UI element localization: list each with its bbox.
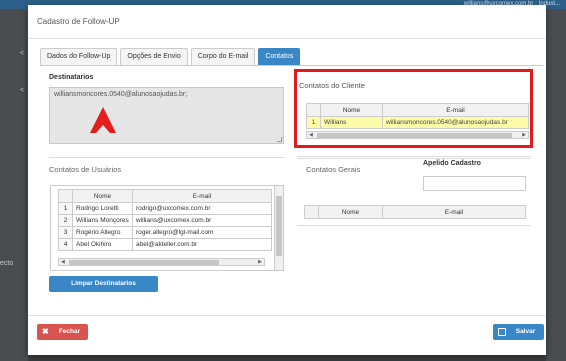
resize-handle-icon[interactable] bbox=[277, 137, 282, 142]
row-email: williansmoncores.0540@alunosaojudas.br bbox=[382, 116, 529, 129]
section-divider bbox=[297, 156, 531, 157]
column-header-nome[interactable]: Nome bbox=[72, 189, 133, 203]
section-divider bbox=[49, 157, 284, 158]
close-icon: ✖ bbox=[42, 327, 49, 336]
contatos-gerais-table: Nome E-mail bbox=[304, 205, 526, 219]
modal-header-divider bbox=[28, 38, 546, 39]
tab-bar: Dados do Follow-Up Opções de Envio Corpo… bbox=[40, 48, 303, 65]
limpar-destinatarios-button[interactable]: Limpar Destinatarios bbox=[49, 276, 158, 292]
table-header-row: Nome E-mail bbox=[306, 103, 529, 117]
row-index: 3 bbox=[58, 226, 73, 239]
scroll-thumb[interactable] bbox=[69, 260, 219, 265]
destinatarios-textarea[interactable]: williansmoncores.0540@alunosaojudas.br; bbox=[49, 87, 284, 144]
row-nome: Abel Okihiro bbox=[72, 238, 133, 251]
contatos-usuarios-label: Contatos de Usuários bbox=[49, 165, 122, 174]
sidebar-chevron-icon: < bbox=[20, 87, 25, 94]
fechar-label: Fechar bbox=[58, 328, 81, 335]
row-email: willians@uxcomex.com.br bbox=[132, 214, 272, 227]
row-index: 2 bbox=[58, 214, 73, 227]
contatos-usuarios-hscroll[interactable]: ◀ ▶ bbox=[58, 258, 265, 266]
column-header-nome[interactable]: Nome bbox=[320, 103, 383, 117]
table-row[interactable]: 3 Rogério Allegro roger.allegro@lgl-mail… bbox=[58, 226, 272, 239]
contatos-cliente-highlight: Contatos do Cliente Nome E-mail 1 Willia… bbox=[294, 69, 533, 148]
follow-up-modal: Cadastro de Follow-UP Dados do Follow-Up… bbox=[28, 5, 546, 355]
column-header-email[interactable]: E-mail bbox=[132, 189, 272, 203]
apelido-cadastro-label: Apelido Cadastro bbox=[423, 160, 481, 167]
table-header-row: Nome E-mail bbox=[304, 205, 526, 219]
scroll-right-icon[interactable]: ▶ bbox=[258, 259, 262, 265]
sidebar-fragment-text: ecto bbox=[0, 260, 14, 267]
tab-corpo-email[interactable]: Corpo do E-mail bbox=[190, 48, 256, 65]
save-icon bbox=[498, 328, 506, 336]
destinatarios-value: williansmoncores.0540@alunosaojudas.br; bbox=[54, 91, 188, 98]
app-sidebar-background: < < ecto bbox=[0, 9, 28, 361]
row-nome: Rogério Allegro bbox=[72, 226, 133, 239]
table-header-row: Nome E-mail bbox=[58, 189, 272, 203]
modal-title: Cadastro de Follow-UP bbox=[37, 17, 120, 26]
apelido-cadastro-input[interactable] bbox=[423, 176, 526, 191]
column-header-email[interactable]: E-mail bbox=[382, 103, 529, 117]
salvar-button[interactable]: Salvar bbox=[493, 324, 544, 340]
row-nome: Willians Monçores bbox=[72, 214, 133, 227]
row-index: 1 bbox=[306, 116, 321, 129]
arrow-notch bbox=[96, 125, 110, 133]
contatos-cliente-hscroll[interactable]: ◀ ▶ bbox=[306, 131, 529, 139]
scroll-left-icon[interactable]: ◀ bbox=[61, 259, 65, 265]
column-header-index bbox=[306, 103, 321, 117]
row-email: roger.allegro@lgl-mail.com bbox=[132, 226, 272, 239]
tab-dados-follow-up[interactable]: Dados do Follow-Up bbox=[40, 48, 118, 65]
sidebar-chevron-icon: < bbox=[20, 50, 25, 57]
table-row[interactable]: 1 Rodrigo Loretti rodrigo@uxcomex.com.br bbox=[58, 202, 272, 215]
table-row[interactable]: 2 Willians Monçores willians@uxcomex.com… bbox=[58, 214, 272, 227]
contatos-usuarios-grid: Nome E-mail 1 Rodrigo Loretti rodrigo@ux… bbox=[50, 185, 284, 271]
table-row[interactable]: 1 Willians williansmoncores.0540@alunosa… bbox=[306, 116, 529, 129]
section-divider bbox=[297, 158, 531, 159]
row-nome: Willians bbox=[320, 116, 383, 129]
contatos-usuarios-vscroll[interactable] bbox=[274, 186, 283, 270]
row-nome: Rodrigo Loretti bbox=[72, 202, 133, 215]
section-divider bbox=[297, 225, 531, 226]
row-index: 1 bbox=[58, 202, 73, 215]
scroll-thumb[interactable] bbox=[317, 133, 512, 138]
column-header-email[interactable]: E-mail bbox=[382, 205, 526, 219]
row-index: 4 bbox=[58, 238, 73, 251]
fechar-button[interactable]: ✖ Fechar bbox=[37, 324, 88, 340]
scroll-right-icon[interactable]: ▶ bbox=[522, 132, 526, 138]
tab-divider bbox=[40, 65, 543, 66]
scroll-left-icon[interactable]: ◀ bbox=[309, 132, 313, 138]
contatos-usuarios-table: Nome E-mail 1 Rodrigo Loretti rodrigo@ux… bbox=[58, 189, 272, 251]
scroll-thumb[interactable] bbox=[276, 196, 282, 256]
column-header-index bbox=[304, 205, 319, 219]
table-row[interactable]: 4 Abel Okihiro abel@akteller.com.br bbox=[58, 238, 272, 251]
contatos-cliente-table: Nome E-mail 1 Willians williansmoncores.… bbox=[306, 103, 529, 129]
column-header-index bbox=[58, 189, 73, 203]
contatos-gerais-label: Contatos Gerais bbox=[306, 165, 361, 174]
contatos-cliente-label: Contatos do Cliente bbox=[299, 81, 365, 90]
app-right-background bbox=[546, 9, 566, 361]
column-header-nome[interactable]: Nome bbox=[318, 205, 383, 219]
destinatarios-label: Destinatarios bbox=[49, 74, 94, 81]
row-email: rodrigo@uxcomex.com.br bbox=[132, 202, 272, 215]
tab-contatos[interactable]: Contatos bbox=[258, 48, 301, 65]
salvar-label: Salvar bbox=[515, 328, 536, 335]
tab-opcoes-envio[interactable]: Opções de Envio bbox=[120, 48, 188, 65]
row-email: abel@akteller.com.br bbox=[132, 238, 272, 251]
modal-footer-divider bbox=[28, 315, 546, 316]
